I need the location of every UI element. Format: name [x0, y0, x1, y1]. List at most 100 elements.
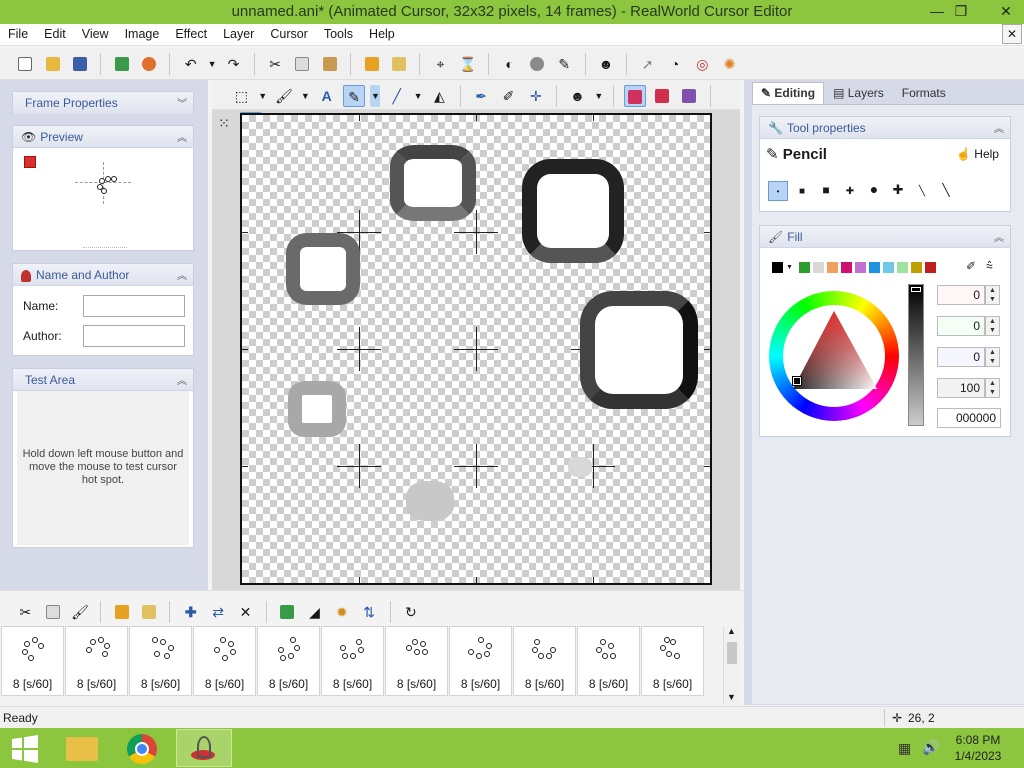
menu-edit[interactable]: Edit [36, 24, 74, 45]
clock-time[interactable]: 6:08 PM [948, 733, 1008, 747]
move-icon[interactable]: ✛ [525, 85, 547, 107]
copy-frame-icon[interactable] [42, 601, 64, 623]
palette-swatch[interactable] [882, 262, 894, 274]
menu-file[interactable]: File [0, 24, 36, 45]
green-spinner[interactable]: ▲ ▼ [985, 316, 1000, 336]
new-file-icon[interactable] [14, 53, 36, 75]
open-folder-icon[interactable] [42, 53, 64, 75]
frame-thumbnail[interactable]: 8 [s/60] [129, 626, 192, 696]
grid-dots-icon[interactable]: ⁙ [213, 112, 235, 134]
opacity-handle[interactable] [911, 287, 921, 292]
scroll-down-icon[interactable]: ▼ [727, 692, 736, 702]
frame-gradient-icon[interactable]: ◢ [303, 601, 325, 623]
menu-layer[interactable]: Layer [215, 24, 262, 45]
frame-settings-icon[interactable]: ✹ [331, 601, 353, 623]
line-tool-icon[interactable]: ╱ [386, 85, 408, 107]
brush-size-4[interactable]: ✚ [840, 182, 860, 202]
menu-tools[interactable]: Tools [316, 24, 361, 45]
start-button[interactable] [0, 729, 50, 767]
blend-mode-1-icon[interactable] [623, 85, 646, 107]
chevron-down-icon[interactable]: ▼ [786, 264, 793, 271]
preview-header[interactable]: 👁 Preview ︽ [13, 126, 193, 148]
name-author-header[interactable]: Name and Author ︽ [13, 264, 193, 286]
frame-thumbnail[interactable]: 8 [s/60] [449, 626, 512, 696]
palette-swatch[interactable] [798, 262, 810, 274]
clock-icon[interactable]: ◔ [664, 53, 686, 75]
sound-icon[interactable] [138, 53, 160, 75]
collapse-icon[interactable]: ︽ [177, 129, 187, 144]
red-spinner[interactable]: ▲ ▼ [985, 285, 1000, 305]
user-icon[interactable]: ☻ [595, 53, 617, 75]
emboss-icon[interactable] [526, 53, 548, 75]
palette-swatch[interactable] [854, 262, 866, 274]
crop-icon[interactable] [388, 53, 410, 75]
palette-swatch[interactable] [840, 262, 852, 274]
menu-image[interactable]: Image [117, 24, 168, 45]
color-wheel[interactable] [769, 291, 899, 421]
green-value[interactable]: 0 [937, 316, 985, 336]
clock-date[interactable]: 1/4/2023 [948, 749, 1008, 763]
duplicate-icon[interactable] [361, 53, 383, 75]
delete-frame-icon[interactable]: ✕ [234, 601, 256, 623]
frame-thumbnail[interactable]: 8 [s/60] [193, 626, 256, 696]
frame-thumbnail[interactable]: 8 [s/60] [385, 626, 448, 696]
frame-thumbnail[interactable]: 8 [s/60] [513, 626, 576, 696]
expand-icon[interactable]: ︾ [177, 95, 187, 110]
frame-thumbnail[interactable]: 8 [s/60] [65, 626, 128, 696]
collapse-icon[interactable]: ︽ [177, 267, 187, 282]
paste-frame-icon[interactable]: 🖌 [69, 601, 91, 623]
busy-cursor-icon[interactable]: ⌛ [457, 53, 479, 75]
frame-thumbnail[interactable]: 8 [s/60] [321, 626, 384, 696]
help-button[interactable]: ☝ Help [956, 147, 999, 161]
menu-cursor[interactable]: Cursor [262, 24, 316, 45]
selection-icon[interactable]: ⬚ [230, 85, 252, 107]
frame-thumbnail[interactable]: 8 [s/60] [577, 626, 640, 696]
pencil-icon[interactable]: ✎ [553, 53, 575, 75]
brush-size-2[interactable]: ■ [792, 182, 812, 202]
frame-thumbnail[interactable]: 8 [s/60] [1, 626, 64, 696]
collapse-icon[interactable]: ︽ [994, 120, 1004, 135]
restore-button[interactable]: ❐ [944, 0, 978, 22]
brush-size-8[interactable]: ╲ [936, 180, 956, 200]
frames-scrollbar[interactable]: ▲ ▼ [723, 626, 740, 704]
hex-value[interactable]: 000000 [937, 408, 1001, 428]
brush-size-6[interactable]: ✚ [888, 180, 908, 200]
blend-mode-2-icon[interactable] [651, 85, 673, 107]
author-field[interactable] [83, 325, 185, 347]
frame-effects-icon[interactable] [276, 601, 298, 623]
brush-icon[interactable]: 🖌 [273, 85, 295, 107]
save-icon[interactable] [69, 53, 91, 75]
frame-thumbnail[interactable]: 8 [s/60] [641, 626, 704, 696]
network-icon[interactable]: ▦ [898, 740, 911, 757]
copy-icon[interactable] [291, 53, 313, 75]
document-close-button[interactable]: ✕ [1002, 24, 1022, 44]
tool-properties-header[interactable]: 🔧 Tool properties ︽ [760, 117, 1010, 139]
flame-icon[interactable]: ✺ [719, 53, 741, 75]
arrow-cursor-icon[interactable]: ➚ [637, 53, 659, 75]
pencil-tool-icon[interactable]: ✎ [343, 85, 366, 107]
stamp-icon[interactable]: ☻ [567, 85, 589, 107]
menu-help[interactable]: Help [361, 24, 403, 45]
blend-mode-3-icon[interactable] [678, 85, 700, 107]
chevron-down-icon[interactable]: ▼ [413, 85, 423, 107]
tab-layers[interactable]: ▤ Layers [824, 82, 893, 104]
insert-frame-icon[interactable] [111, 601, 133, 623]
palette-swatch[interactable] [812, 262, 824, 274]
chevron-down-icon[interactable]: ▼ [300, 85, 310, 107]
collapse-icon[interactable]: ︽ [177, 372, 187, 387]
brush-size-3[interactable]: ■ [816, 180, 836, 200]
chevron-down-icon[interactable]: ▼ [594, 85, 604, 107]
text-tool-icon[interactable]: A [316, 85, 338, 107]
close-button[interactable]: ✕ [988, 0, 1024, 22]
palette-swatch[interactable] [896, 262, 908, 274]
eyedropper-icon[interactable]: ✐ [966, 259, 976, 273]
color-picker-icon[interactable]: ✒ [470, 85, 492, 107]
cut-icon[interactable]: ✂ [264, 53, 286, 75]
alpha-value[interactable]: 100 [937, 378, 985, 398]
refresh-icon[interactable]: ↻ [400, 601, 422, 623]
contrast-icon[interactable]: ◐ [499, 53, 521, 75]
blue-value[interactable]: 0 [937, 347, 985, 367]
add-frame-icon[interactable]: ✚ [180, 601, 202, 623]
saturation-triangle[interactable] [783, 305, 885, 407]
ring-icon[interactable]: ◎ [691, 53, 713, 75]
